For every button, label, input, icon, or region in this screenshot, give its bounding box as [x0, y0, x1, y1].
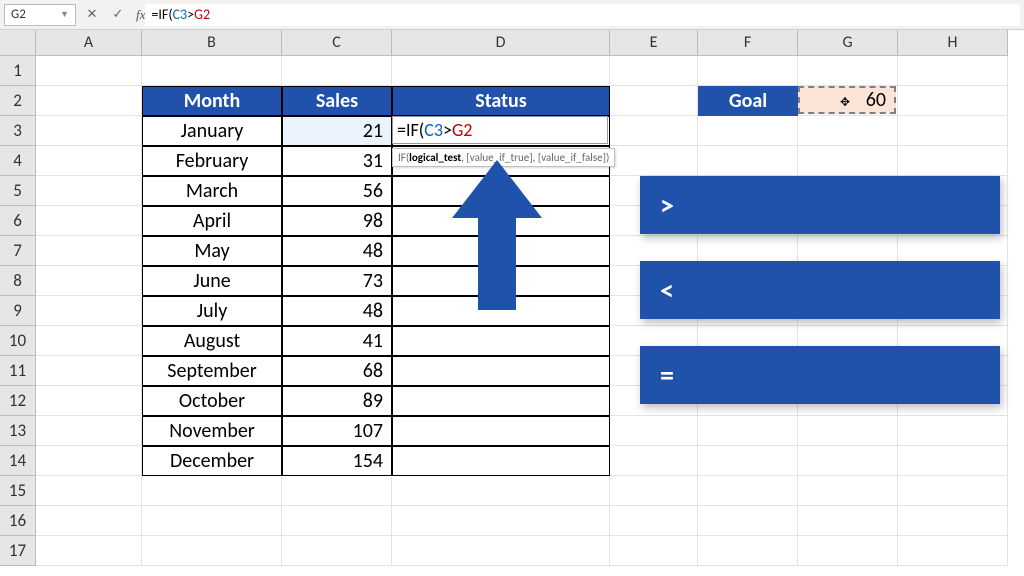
formula-tooltip: IF(logical_test, [value_if_true], [value…: [392, 148, 615, 167]
spreadsheet-grid[interactable]: MonthSalesStatus January21February31March…: [36, 56, 1024, 576]
row-header-15[interactable]: 15: [0, 476, 36, 506]
table-cell[interactable]: [392, 386, 610, 416]
table-cell[interactable]: 89: [282, 386, 392, 416]
operator-bar: =: [640, 346, 1000, 404]
table-cell[interactable]: September: [142, 356, 282, 386]
row-header-3[interactable]: 3: [0, 116, 36, 146]
table-cell[interactable]: 73: [282, 266, 392, 296]
table-cell[interactable]: 56: [282, 176, 392, 206]
column-headers: ABCDEFGH: [36, 30, 1008, 56]
table-cell[interactable]: March: [142, 176, 282, 206]
table-cell[interactable]: July: [142, 296, 282, 326]
table-cell[interactable]: February: [142, 146, 282, 176]
col-header-B[interactable]: B: [142, 30, 282, 56]
table-cell[interactable]: [392, 446, 610, 476]
row-header-4[interactable]: 4: [0, 146, 36, 176]
table-cell[interactable]: December: [142, 446, 282, 476]
row-header-7[interactable]: 7: [0, 236, 36, 266]
table-cell[interactable]: 154: [282, 446, 392, 476]
row-header-5[interactable]: 5: [0, 176, 36, 206]
row-header-13[interactable]: 13: [0, 416, 36, 446]
row-headers: 1234567891011121314151617: [0, 56, 36, 566]
table-cell[interactable]: 21: [282, 116, 392, 146]
row-header-17[interactable]: 17: [0, 536, 36, 566]
row-header-6[interactable]: 6: [0, 206, 36, 236]
table-cell[interactable]: [392, 236, 610, 266]
table-cell[interactable]: 107: [282, 416, 392, 446]
name-box[interactable]: G2 ▼: [4, 4, 76, 26]
table-cell[interactable]: 41: [282, 326, 392, 356]
chevron-down-icon[interactable]: ▼: [60, 9, 69, 20]
table-cell[interactable]: January: [142, 116, 282, 146]
col-header-H[interactable]: H: [898, 30, 1008, 56]
table-cell[interactable]: 68: [282, 356, 392, 386]
move-cursor-icon: ✥: [840, 95, 850, 110]
table-cell[interactable]: [392, 416, 610, 446]
accept-formula-icon[interactable]: ✓: [110, 7, 126, 22]
row-header-1[interactable]: 1: [0, 56, 36, 86]
table-cell[interactable]: 31: [282, 146, 392, 176]
operator-bar: >: [640, 176, 1000, 234]
table-cell[interactable]: 48: [282, 296, 392, 326]
name-box-value: G2: [11, 7, 26, 22]
row-header-14[interactable]: 14: [0, 446, 36, 476]
col-header-G[interactable]: G: [798, 30, 898, 56]
operator-bar: <: [640, 261, 1000, 319]
col-header-C[interactable]: C: [282, 30, 392, 56]
row-header-16[interactable]: 16: [0, 506, 36, 536]
cell-formula-edit[interactable]: =IF(C3>G2: [392, 116, 608, 144]
row-header-10[interactable]: 10: [0, 326, 36, 356]
table-cell[interactable]: [392, 296, 610, 326]
table-header[interactable]: Month: [142, 86, 282, 116]
row-header-9[interactable]: 9: [0, 296, 36, 326]
row-header-2[interactable]: 2: [0, 86, 36, 116]
table-cell[interactable]: 98: [282, 206, 392, 236]
row-header-11[interactable]: 11: [0, 356, 36, 386]
table-header[interactable]: Status: [392, 86, 610, 116]
table-cell[interactable]: November: [142, 416, 282, 446]
table-cell[interactable]: May: [142, 236, 282, 266]
table-header[interactable]: Sales: [282, 86, 392, 116]
row-header-8[interactable]: 8: [0, 266, 36, 296]
cancel-formula-icon[interactable]: ✕: [84, 7, 100, 22]
col-header-E[interactable]: E: [610, 30, 698, 56]
table-cell[interactable]: August: [142, 326, 282, 356]
table-cell[interactable]: [392, 176, 610, 206]
table-cell[interactable]: [392, 326, 610, 356]
table-cell[interactable]: [392, 206, 610, 236]
col-header-D[interactable]: D: [392, 30, 610, 56]
select-all-corner[interactable]: [0, 30, 36, 56]
table-cell[interactable]: [392, 266, 610, 296]
fx-icon[interactable]: fx: [136, 7, 145, 23]
col-header-F[interactable]: F: [698, 30, 798, 56]
table-cell[interactable]: [392, 356, 610, 386]
table-cell[interactable]: June: [142, 266, 282, 296]
table-cell[interactable]: October: [142, 386, 282, 416]
col-header-A[interactable]: A: [36, 30, 142, 56]
row-header-12[interactable]: 12: [0, 386, 36, 416]
table-cell[interactable]: 48: [282, 236, 392, 266]
table-cell[interactable]: April: [142, 206, 282, 236]
goal-header[interactable]: Goal: [698, 86, 798, 116]
formula-bar[interactable]: =IF(C3>G2: [145, 4, 1020, 26]
